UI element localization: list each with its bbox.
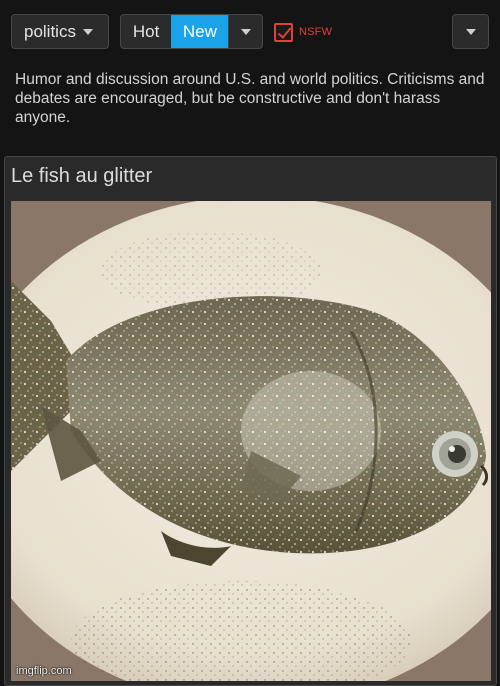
top-bar: politics Hot New NSFW	[0, 0, 500, 62]
sort-tabs: Hot New	[120, 14, 263, 49]
image-watermark: imgflip.com	[16, 665, 72, 677]
nsfw-label: NSFW	[299, 26, 333, 38]
tab-hot[interactable]: Hot	[121, 15, 171, 48]
community-select-button[interactable]: politics	[11, 14, 109, 49]
nsfw-toggle[interactable]: NSFW	[274, 21, 332, 43]
community-label: politics	[24, 21, 76, 41]
options-dropdown-button[interactable]	[452, 14, 489, 49]
post-title: Le fish au glitter	[11, 165, 153, 187]
post-image[interactable]: imgflip.com	[11, 201, 491, 681]
chevron-down-icon	[465, 28, 476, 35]
tab-new[interactable]: New	[171, 15, 229, 48]
nsfw-checkbox[interactable]	[274, 22, 293, 42]
post-card[interactable]: Le fish au glitter imgflip.com	[4, 156, 497, 686]
sort-more-button[interactable]	[228, 15, 262, 48]
tab-new-label: New	[182, 21, 217, 41]
chevron-down-icon	[240, 28, 251, 35]
tab-hot-label: Hot	[132, 21, 160, 41]
community-description: Humor and discussion around U.S. and wor…	[15, 71, 485, 126]
chevron-down-icon	[82, 28, 93, 35]
glitter-fish-illustration	[11, 201, 491, 681]
